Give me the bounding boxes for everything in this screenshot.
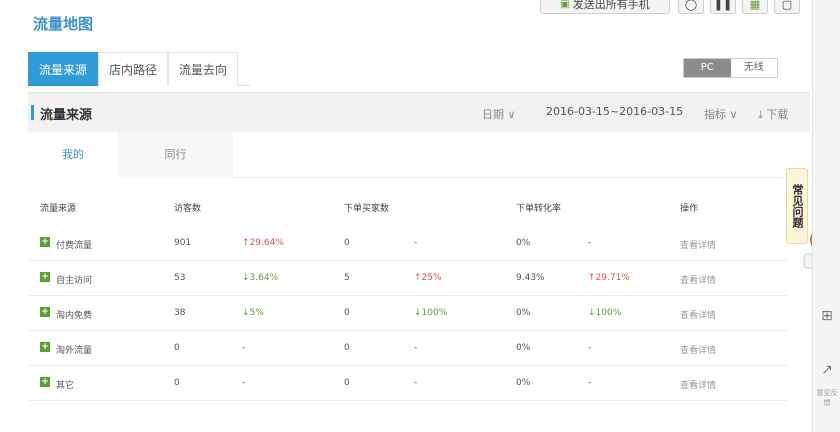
row-rate: 0%	[516, 238, 531, 248]
expand-icon[interactable]: +	[40, 342, 50, 352]
traffic-table: 流量来源 访客数 下单买家数 下单转化率 操作 + 付费流量 901 ↑29.64% 0…	[28, 186, 788, 401]
chevron-down-icon: ∨	[729, 108, 738, 121]
metric-dropdown[interactable]: 指标 ∨	[704, 106, 738, 122]
row-visitors-change: ↓3.64%	[242, 273, 279, 283]
download-button[interactable]: ⤓ 下载	[758, 106, 788, 122]
row-view-details-link[interactable]: 查看详情	[680, 308, 716, 321]
toolbar-icon-button-3[interactable]: ▦	[742, 0, 768, 14]
toolbar-icon-button-1[interactable]: ◯	[678, 0, 704, 14]
chevron-down-icon: ∨	[507, 108, 516, 121]
row-visitors: 38	[174, 308, 186, 318]
row-view-details-link[interactable]: 查看详情	[680, 343, 716, 356]
row-visitors: 0	[174, 343, 180, 353]
page-title: 流量地图	[33, 15, 94, 33]
expand-icon[interactable]: +	[40, 237, 50, 247]
share-icon[interactable]: ↗	[818, 362, 836, 380]
section-header: 流量来源 日期 ∨ 2016-03-15~2016-03-15 指标 ∨ ⤓ 下…	[28, 92, 810, 132]
toolbar-icon-button-4[interactable]: ▢	[774, 0, 800, 14]
sub-tabs: 我的 同行	[28, 132, 810, 178]
header-rate: 下单转化率	[516, 204, 562, 214]
row-buyers: 0	[344, 308, 350, 318]
row-buyers-change: -	[414, 238, 418, 248]
row-view-details-link[interactable]: 查看详情	[680, 238, 716, 251]
row-source-label: 其它	[56, 381, 75, 391]
row-visitors-change: -	[242, 378, 246, 388]
row-visitors-change: ↓5%	[242, 308, 264, 318]
row-buyers-change: -	[414, 378, 418, 388]
row-visitors: 901	[174, 238, 192, 248]
expand-icon[interactable]: +	[40, 272, 50, 282]
row-visitors-change: -	[242, 343, 246, 353]
excel-icon: ▦	[749, 0, 761, 11]
window-icon: ▢	[781, 0, 793, 11]
device-toggle: PC 无线	[683, 58, 778, 78]
row-source-label: 付费流量	[56, 241, 93, 251]
device-pc-button[interactable]: PC	[684, 59, 731, 77]
row-buyers: 5	[344, 273, 350, 283]
date-dropdown-label: 日期	[482, 108, 504, 121]
row-rate-change: -	[588, 238, 592, 248]
top-toolbar: ▣ 发送出所有手机 ◯ ❚❚ ▦ ▢	[0, 0, 840, 16]
refresh-icon: ◯	[684, 0, 698, 11]
subtab-mine[interactable]: 我的	[28, 132, 118, 178]
table-header: 流量来源 访客数 下单买家数 下单转化率 操作	[28, 186, 788, 226]
row-visitors: 53	[174, 273, 186, 283]
row-rate-change: ↓100%	[588, 308, 622, 318]
header-source: 流量来源	[40, 204, 77, 214]
toolbar-icon-button-2[interactable]: ❚❚	[710, 0, 736, 14]
row-source-label: 淘内免费	[56, 311, 93, 321]
row-rate-change: -	[588, 343, 592, 353]
subtab-filler	[233, 132, 810, 178]
row-view-details-link[interactable]: 查看详情	[680, 378, 716, 391]
expand-icon[interactable]: +	[40, 377, 50, 387]
header-action: 操作	[680, 204, 699, 214]
row-source-label: 自主访问	[56, 276, 93, 286]
section-title: 流量来源	[40, 108, 93, 123]
header-buyers: 下单买家数	[344, 204, 390, 214]
row-visitors: 0	[174, 378, 180, 388]
row-rate: 0%	[516, 378, 531, 388]
table-row: + 淘内免费 38 ↓5% 0 ↓100% 0% ↓100% 查看详情	[28, 296, 788, 331]
header-visitors: 访客数	[174, 204, 202, 214]
feedback-link[interactable]: 意见反馈	[814, 388, 840, 408]
tab-traffic-source[interactable]: 流量来源	[28, 52, 99, 86]
date-dropdown[interactable]: 日期 ∨	[482, 106, 516, 122]
send-to-phone-label: 发送出所有手机	[572, 0, 650, 11]
row-rate: 0%	[516, 308, 531, 318]
phone-icon: ▣	[560, 0, 570, 10]
subtab-peers[interactable]: 同行	[118, 132, 233, 178]
send-to-phone-button[interactable]: ▣ 发送出所有手机	[540, 0, 670, 14]
row-rate: 0%	[516, 343, 531, 353]
tab-store-path[interactable]: 店内路径	[98, 52, 169, 86]
row-buyers: 0	[344, 378, 350, 388]
table-row: + 付费流量 901 ↑29.64% 0 - 0% - 查看详情	[28, 226, 788, 261]
row-rate-change: -	[588, 378, 592, 388]
row-buyers-change: ↓100%	[414, 308, 448, 318]
main-tabs: 流量来源 店内路径 流量去向	[28, 52, 250, 86]
row-buyers: 0	[344, 238, 350, 248]
date-range-value: 2016-03-15~2016-03-15	[546, 105, 684, 118]
metric-dropdown-label: 指标	[704, 108, 726, 121]
row-view-details-link[interactable]: 查看详情	[680, 273, 716, 286]
qr-code-icon[interactable]: ⊞	[818, 308, 836, 326]
expand-icon[interactable]: +	[40, 307, 50, 317]
row-visitors-change: ↑29.64%	[242, 238, 284, 248]
download-label: 下载	[766, 108, 789, 121]
row-source-label: 淘外流量	[56, 346, 93, 356]
device-wireless-button[interactable]: 无线	[730, 59, 777, 77]
pause-icon: ❚❚	[713, 0, 733, 11]
row-buyers-change: ↑25%	[414, 273, 442, 283]
tab-traffic-destination[interactable]: 流量去向	[168, 52, 239, 86]
row-rate-change: ↑29.71%	[588, 273, 630, 283]
table-row: + 自主访问 53 ↓3.64% 5 ↑25% 9.43% ↑29.71% 查看详情	[28, 261, 788, 296]
row-buyers-change: -	[414, 343, 418, 353]
table-row: + 其它 0 - 0 - 0% - 查看详情	[28, 366, 788, 401]
row-rate: 9.43%	[516, 273, 545, 283]
table-row: + 淘外流量 0 - 0 - 0% - 查看详情	[28, 331, 788, 366]
section-accent-bar	[31, 105, 34, 120]
row-buyers: 0	[344, 343, 350, 353]
